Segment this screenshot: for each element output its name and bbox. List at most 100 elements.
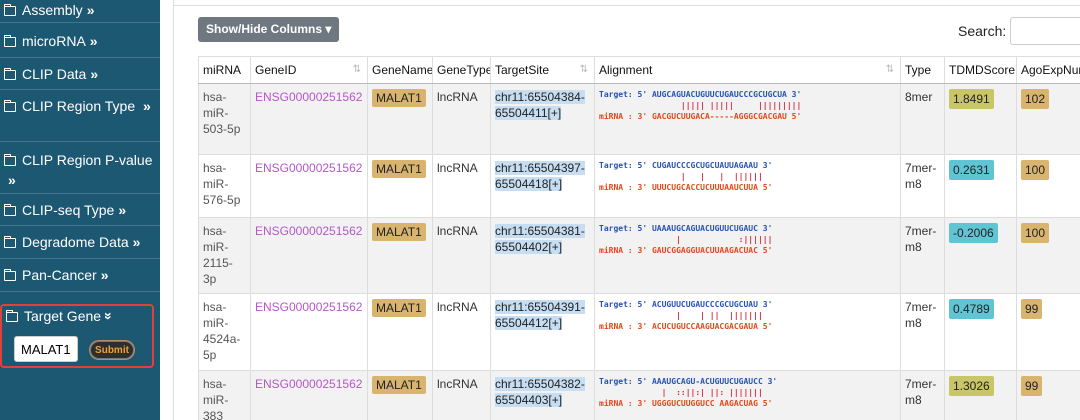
gene-id-link[interactable]: ENSG00000251562 <box>255 161 362 175</box>
col-header-genename[interactable]: GeneName <box>367 56 433 84</box>
target-site-text: chr11:65504384-65504411[+] <box>495 90 585 120</box>
chevron-right-icon: » <box>90 66 99 82</box>
tdmd-score-badge: 1.8491 <box>949 89 994 109</box>
alignment-bonds: | ::||:| ||: ||||||| <box>599 388 763 397</box>
ago-exp-badge: 100 <box>1021 223 1050 243</box>
alignment-bonds: | | | |||||| <box>599 172 763 181</box>
ago-cell: 100 <box>1016 217 1080 294</box>
alignment-target: Target: 5' UAAAUGCAGUACUGUUCUGAUC 3' <box>599 224 773 233</box>
target-site-text: chr11:65504391-65504412[+] <box>495 300 585 330</box>
gene-name-badge: MALAT1 <box>372 299 426 317</box>
type-cell: 7mer-m8 <box>900 293 945 371</box>
target-gene-panel: Target Gene» Submit <box>0 304 154 368</box>
sidebar-item-microrna[interactable]: microRNA» <box>0 23 160 58</box>
tdmd-cell: 1.8491 <box>944 83 1017 155</box>
gene-id-cell: ENSG00000251562 <box>250 370 368 420</box>
mirna-cell: hsa-miR-576-5p <box>198 154 251 218</box>
gene-name-cell: MALAT1 <box>367 370 433 420</box>
chevron-right-icon: » <box>86 2 95 18</box>
folder-icon <box>4 236 16 248</box>
sidebar-item-clip-data[interactable]: CLIP Data» <box>0 58 160 90</box>
gene-id-link[interactable]: ENSG00000251562 <box>255 377 362 391</box>
sidebar-item-label: Pan-Cancer <box>22 267 97 283</box>
gene-type-cell: lncRNA <box>432 154 491 218</box>
col-header-alignment[interactable]: Alignment ⇅ <box>594 56 901 84</box>
gene-type-cell: lncRNA <box>432 370 491 420</box>
chevron-right-icon: » <box>118 202 127 218</box>
alignment-cell: Target: 5' AUGCAGUACUGUUCUGAUCCCGCUGCUA … <box>594 83 901 155</box>
tdmd-cell: -0.2006 <box>944 217 1017 294</box>
table-row[interactable]: hsa-miR-2115-3p ENSG00000251562 MALAT1 l… <box>198 217 1080 294</box>
mirna-cell: hsa-miR-383 <box>198 370 251 420</box>
gene-id-cell: ENSG00000251562 <box>250 217 368 294</box>
col-header-geneid[interactable]: GeneID ⇅ <box>250 56 368 84</box>
gene-name-cell: MALAT1 <box>367 217 433 294</box>
col-header-tdmdscore[interactable]: TDMDScore <box>944 56 1017 84</box>
alignment-cell: Target: 5' AAAUGCAGU-ACUGUUCUGAUCC 3' | … <box>594 370 901 420</box>
sidebar-item-target-gene[interactable]: Target Gene» <box>2 306 152 331</box>
col-header-genetype[interactable]: GeneType <box>432 56 491 84</box>
sidebar-item-clip-seq-type[interactable]: CLIP-seq Type» <box>0 194 160 226</box>
gene-id-link[interactable]: ENSG00000251562 <box>255 224 362 238</box>
table-row[interactable]: hsa-miR-503-5p ENSG00000251562 MALAT1 ln… <box>198 83 1080 155</box>
submit-button[interactable]: Submit <box>90 341 134 359</box>
gene-name-badge: MALAT1 <box>372 223 426 241</box>
tdmd-score-badge: -0.2006 <box>949 223 998 243</box>
ago-exp-badge: 100 <box>1021 160 1050 180</box>
ago-exp-badge: 99 <box>1021 376 1043 396</box>
table-row[interactable]: hsa-miR-576-5p ENSG00000251562 MALAT1 ln… <box>198 154 1080 218</box>
gene-id-cell: ENSG00000251562 <box>250 83 368 155</box>
chevron-right-icon: » <box>89 33 98 49</box>
gene-name-badge: MALAT1 <box>372 89 426 107</box>
sidebar-item-label: CLIP Data <box>22 66 87 82</box>
alignment-cell: Target: 5' ACUGUUCUGAUCCCGCUGCUAU 3' | |… <box>594 293 901 371</box>
chevron-right-icon: » <box>8 172 16 188</box>
gene-type-cell: lncRNA <box>432 217 491 294</box>
folder-icon <box>4 100 16 112</box>
table-row[interactable]: hsa-miR-383 ENSG00000251562 MALAT1 lncRN… <box>198 370 1080 420</box>
sidebar-item-assembly[interactable]: Assembly» <box>0 0 160 23</box>
target-site-text: chr11:65504397-65504418[+] <box>495 161 585 191</box>
alignment-cell: Target: 5' UAAAUGCAGUACUGUUCUGAUC 3' | :… <box>594 217 901 294</box>
col-header-agoexpnum[interactable]: AgoExpNum <box>1016 56 1080 84</box>
gene-id-link[interactable]: ENSG00000251562 <box>255 300 362 314</box>
alignment-mirna: miRNA : 3' GACGUCUUGACA-----AGGGCGACGAU … <box>599 112 802 121</box>
target-site-cell: chr11:65504382-65504403[+] <box>490 370 595 420</box>
col-header-mirna[interactable]: miRNA <box>198 56 251 84</box>
alignment-target: Target: 5' AAAUGCAGU-ACUGUUCUGAUCC 3' <box>599 377 778 386</box>
show-hide-columns-button[interactable]: Show/Hide Columns ▾ <box>198 17 340 42</box>
alignment-mirna: miRNA : 3' GAUCGGAGGUACUUAAGACUAC 5' <box>599 246 773 255</box>
results-table: miRNA GeneID ⇅ GeneName GeneType TargetSi… <box>198 56 1080 420</box>
type-cell: 7mer-m8 <box>900 217 945 294</box>
table-row[interactable]: hsa-miR-4524a-5p ENSG00000251562 MALAT1 … <box>198 293 1080 371</box>
col-header-type[interactable]: Type <box>900 56 945 84</box>
col-header-targetsite[interactable]: TargetSite ⇅ <box>490 56 595 84</box>
folder-icon <box>4 68 16 80</box>
alignment-target: Target: 5' CUGAUCCCGCUGCUAUUAGAAU 3' <box>599 161 773 170</box>
target-site-cell: chr11:65504381-65504402[+] <box>490 217 595 294</box>
alignment-bonds: ||||| ||||| ||||||||| <box>599 101 802 110</box>
sidebar-item-pan-cancer[interactable]: Pan-Cancer» <box>0 259 160 292</box>
gene-id-link[interactable]: ENSG00000251562 <box>255 90 362 104</box>
gene-id-cell: ENSG00000251562 <box>250 293 368 371</box>
tdmd-cell: 0.2631 <box>944 154 1017 218</box>
tdmd-score-badge: 0.4789 <box>949 299 994 319</box>
gene-name-badge: MALAT1 <box>372 160 426 178</box>
ago-cell: 102 <box>1016 83 1080 155</box>
gene-name-badge: MALAT1 <box>372 376 426 394</box>
ago-exp-badge: 102 <box>1021 89 1050 109</box>
folder-icon <box>4 154 16 166</box>
ago-cell: 99 <box>1016 370 1080 420</box>
sidebar-item-clip-region-type[interactable]: CLIP Region Type » <box>0 90 160 142</box>
folder-icon <box>4 204 16 216</box>
target-site-cell: chr11:65504391-65504412[+] <box>490 293 595 371</box>
sidebar-item-clip-region-pvalue[interactable]: CLIP Region P-value » <box>0 142 160 194</box>
sidebar-item-degradome-data[interactable]: Degradome Data» <box>0 226 160 259</box>
mirna-cell: hsa-miR-2115-3p <box>198 217 251 294</box>
search-input[interactable] <box>1010 17 1080 45</box>
type-cell: 7mer-m8 <box>900 370 945 420</box>
mirna-cell: hsa-miR-503-5p <box>198 83 251 155</box>
target-site-text: chr11:65504381-65504402[+] <box>495 224 585 254</box>
folder-icon <box>4 35 16 47</box>
gene-search-input[interactable] <box>14 336 78 362</box>
